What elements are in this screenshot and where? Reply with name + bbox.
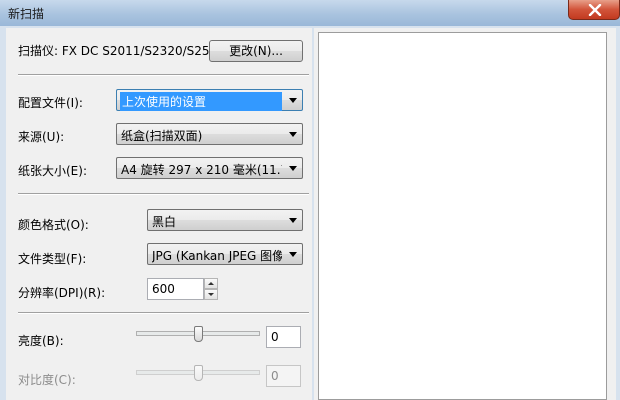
- source-value: 纸盒(扫描双面): [121, 129, 203, 143]
- scan-preview-area: [318, 32, 607, 400]
- contrast-slider[interactable]: [136, 365, 260, 385]
- paper-size-select[interactable]: A4 旋转 297 x 210 毫米(11.7 x 8.3: [116, 157, 303, 179]
- file-type-label: 文件类型(F):: [18, 252, 87, 266]
- color-format-value: 黑白: [152, 215, 177, 229]
- contrast-label: 对比度(C):: [18, 373, 76, 387]
- source-label: 来源(U):: [18, 130, 65, 144]
- divider: [18, 74, 309, 76]
- down-arrow-icon[interactable]: [204, 289, 218, 300]
- contrast-input[interactable]: 0: [266, 365, 301, 387]
- resolution-input[interactable]: 600: [147, 278, 204, 300]
- resolution-label: 分辨率(DPI)(R):: [18, 286, 106, 300]
- chevron-down-icon: [289, 218, 297, 223]
- change-scanner-button[interactable]: 更改(N)...: [209, 40, 303, 62]
- divider: [18, 193, 309, 195]
- source-select[interactable]: 纸盒(扫描双面): [116, 123, 303, 145]
- brightness-slider[interactable]: [136, 326, 260, 346]
- profile-select[interactable]: 上次使用的设置: [116, 89, 303, 111]
- window-title: 新扫描: [8, 7, 45, 21]
- chevron-down-icon: [289, 98, 297, 103]
- scan-dialog: 新扫描 扫描仪: FX DC S2011/S2320/S2520... 更改(N…: [0, 0, 620, 400]
- close-icon: [588, 4, 602, 16]
- chevron-down-icon: [289, 166, 297, 171]
- chevron-down-icon: [289, 132, 297, 137]
- paper-size-label: 纸张大小(E):: [18, 164, 87, 178]
- color-format-select[interactable]: 黑白: [147, 209, 303, 231]
- brightness-label: 亮度(B):: [18, 334, 64, 348]
- resolution-spinner[interactable]: [204, 278, 218, 300]
- paper-size-value: A4 旋转 297 x 210 毫米(11.7 x 8.3: [121, 163, 282, 177]
- profile-value: 上次使用的设置: [120, 92, 282, 111]
- divider: [18, 312, 309, 314]
- title-bar: 新扫描: [0, 0, 620, 26]
- brightness-slider-thumb[interactable]: [194, 326, 203, 342]
- file-type-select[interactable]: JPG (Kankan JPEG 图像): [147, 243, 303, 265]
- file-type-value: JPG (Kankan JPEG 图像): [152, 249, 282, 263]
- color-format-label: 颜色格式(O):: [18, 218, 89, 232]
- close-button[interactable]: [568, 0, 620, 20]
- up-arrow-icon[interactable]: [204, 278, 218, 289]
- profile-label: 配置文件(I):: [18, 96, 83, 110]
- contrast-value: 0: [271, 369, 279, 383]
- settings-panel: 扫描仪: FX DC S2011/S2320/S2520... 更改(N)...…: [6, 28, 312, 400]
- chevron-down-icon: [289, 252, 297, 257]
- scanner-label: 扫描仪: FX DC S2011/S2320/S2520...: [18, 44, 237, 58]
- resolution-value: 600: [152, 282, 175, 296]
- brightness-input[interactable]: 0: [266, 326, 301, 348]
- contrast-slider-thumb[interactable]: [194, 365, 203, 381]
- brightness-value: 0: [271, 330, 279, 344]
